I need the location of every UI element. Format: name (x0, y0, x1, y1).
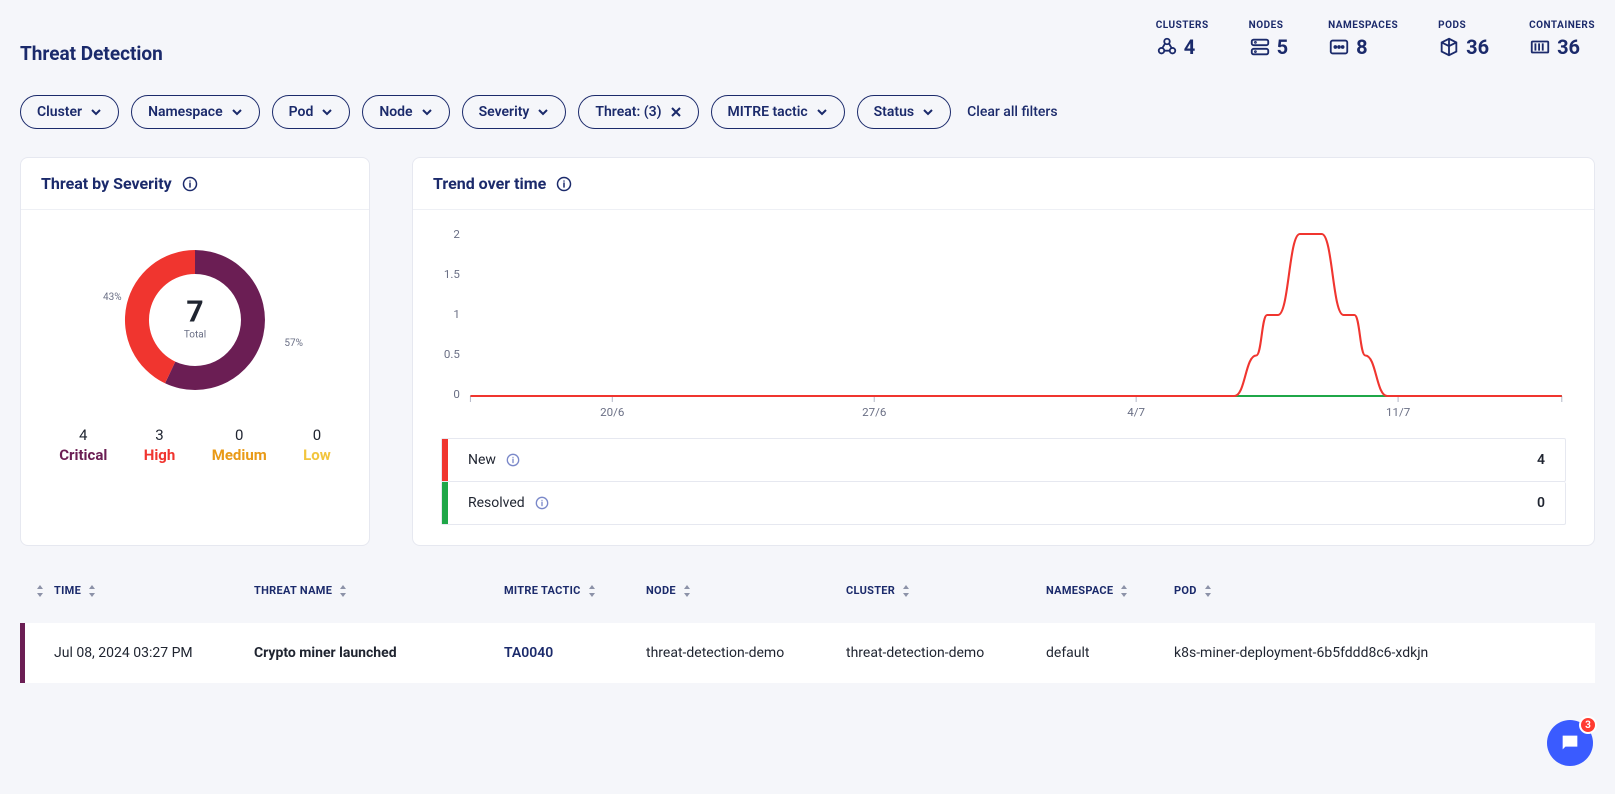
stat-nodes[interactable]: NODES 5 (1249, 20, 1288, 59)
stat-namespaces[interactable]: NAMESPACES 8 (1328, 20, 1398, 59)
row-cluster: threat-detection-demo (846, 645, 1046, 661)
page-title: Threat Detection (20, 42, 163, 65)
namespaces-icon (1328, 36, 1350, 58)
stat-clusters[interactable]: CLUSTERS 4 (1156, 20, 1209, 59)
sort-icon (1203, 585, 1213, 597)
nodes-icon (1249, 36, 1271, 58)
chat-badge: 3 (1579, 716, 1597, 734)
chevron-down-icon (922, 106, 934, 118)
sort-icon (338, 585, 348, 597)
stat-containers[interactable]: CONTAINERS 36 (1529, 20, 1595, 59)
chat-widget[interactable]: 3 (1547, 720, 1593, 766)
column-threat-name[interactable]: THREAT NAME (254, 584, 504, 597)
info-icon[interactable] (535, 496, 549, 510)
svg-text:20/6: 20/6 (600, 406, 624, 419)
sort-icon (682, 585, 692, 597)
column-expand[interactable] (20, 585, 54, 597)
stat-namespaces-value: 8 (1356, 35, 1367, 59)
stat-pods-value: 36 (1466, 35, 1489, 59)
chat-icon (1559, 732, 1581, 754)
column-pod[interactable]: POD (1174, 584, 1595, 597)
stat-clusters-value: 4 (1184, 35, 1195, 59)
stat-nodes-value: 5 (1277, 35, 1288, 59)
filter-threat-active[interactable]: Threat: (3) (578, 95, 698, 129)
info-icon[interactable] (556, 176, 572, 192)
severity-pct-b: 57% (284, 338, 303, 349)
chevron-down-icon (816, 106, 828, 118)
legend-new[interactable]: New 4 (448, 439, 1565, 481)
filters-row: Cluster Namespace Pod Node Severity Thre… (20, 95, 1595, 129)
column-node[interactable]: NODE (646, 584, 846, 597)
trend-card: Trend over time 2 1.5 1 0.5 0 2 (412, 157, 1595, 546)
severity-low[interactable]: 0 Low (303, 426, 331, 464)
stat-pods[interactable]: PODS 36 (1438, 20, 1489, 59)
filter-pod[interactable]: Pod (272, 95, 351, 129)
sort-icon (587, 585, 597, 597)
clusters-icon (1156, 36, 1178, 58)
sort-icon (1119, 585, 1129, 597)
stat-containers-label: CONTAINERS (1529, 20, 1595, 31)
filter-mitre[interactable]: MITRE tactic (711, 95, 845, 129)
svg-text:1: 1 (453, 308, 460, 321)
table-row[interactable]: Jul 08, 2024 03:27 PM Crypto miner launc… (20, 623, 1595, 683)
column-namespace[interactable]: NAMESPACE (1046, 584, 1174, 597)
filter-severity[interactable]: Severity (462, 95, 567, 129)
stat-namespaces-label: NAMESPACES (1328, 20, 1398, 31)
row-node: threat-detection-demo (646, 645, 846, 661)
sort-icon (901, 585, 911, 597)
header-stats: CLUSTERS 4 NODES 5 NAMESPACES 8 (1156, 20, 1595, 59)
svg-text:2: 2 (453, 228, 460, 241)
severity-card-title: Threat by Severity (41, 174, 172, 193)
row-time: Jul 08, 2024 03:27 PM (54, 645, 254, 661)
svg-text:27/6: 27/6 (862, 406, 886, 419)
severity-pct-a: 43% (103, 292, 122, 303)
severity-total-value: 7 (184, 295, 206, 330)
severity-high[interactable]: 3 High (144, 426, 176, 464)
column-cluster[interactable]: CLUSTER (846, 584, 1046, 597)
clear-all-filters[interactable]: Clear all filters (967, 104, 1057, 120)
filter-cluster[interactable]: Cluster (20, 95, 119, 129)
containers-icon (1529, 36, 1551, 58)
svg-text:11/7: 11/7 (1386, 406, 1410, 419)
chevron-down-icon (321, 106, 333, 118)
close-icon[interactable] (670, 106, 682, 118)
trend-card-title: Trend over time (433, 174, 546, 193)
row-pod: k8s-miner-deployment-6b5fddd8c6-xdkjn (1174, 645, 1595, 661)
severity-critical[interactable]: 4 Critical (59, 426, 107, 464)
row-namespace: default (1046, 645, 1174, 661)
filter-status[interactable]: Status (857, 95, 951, 129)
trend-chart: 2 1.5 1 0.5 0 20/6 27/6 4/7 11/7 (441, 224, 1566, 434)
stat-containers-value: 36 (1557, 35, 1580, 59)
info-icon[interactable] (182, 176, 198, 192)
svg-text:1.5: 1.5 (444, 268, 460, 281)
row-mitre-tactic[interactable]: TA0040 (504, 645, 646, 661)
column-time[interactable]: TIME (54, 584, 254, 597)
row-threat-name: Crypto miner launched (254, 645, 504, 661)
severity-medium[interactable]: 0 Medium (212, 426, 267, 464)
severity-total-label: Total (184, 330, 206, 341)
svg-text:4/7: 4/7 (1127, 406, 1145, 419)
svg-text:0: 0 (453, 388, 460, 401)
stat-pods-label: PODS (1438, 20, 1466, 31)
severity-card: Threat by Severity 7 Tota (20, 157, 370, 546)
stat-nodes-label: NODES (1249, 20, 1284, 31)
svg-text:0.5: 0.5 (444, 348, 460, 361)
chevron-down-icon (537, 106, 549, 118)
filter-node[interactable]: Node (362, 95, 449, 129)
chevron-down-icon (231, 106, 243, 118)
info-icon[interactable] (506, 453, 520, 467)
chevron-down-icon (421, 106, 433, 118)
threats-table: TIME THREAT NAME MITRE TACTIC NODE CLUST… (20, 576, 1595, 683)
stat-clusters-label: CLUSTERS (1156, 20, 1209, 31)
sort-icon (87, 585, 97, 597)
chevron-down-icon (90, 106, 102, 118)
pods-icon (1438, 36, 1460, 58)
sort-icon (35, 585, 45, 597)
column-mitre-tactic[interactable]: MITRE TACTIC (504, 584, 646, 597)
legend-resolved[interactable]: Resolved 0 (448, 482, 1565, 524)
filter-namespace[interactable]: Namespace (131, 95, 260, 129)
